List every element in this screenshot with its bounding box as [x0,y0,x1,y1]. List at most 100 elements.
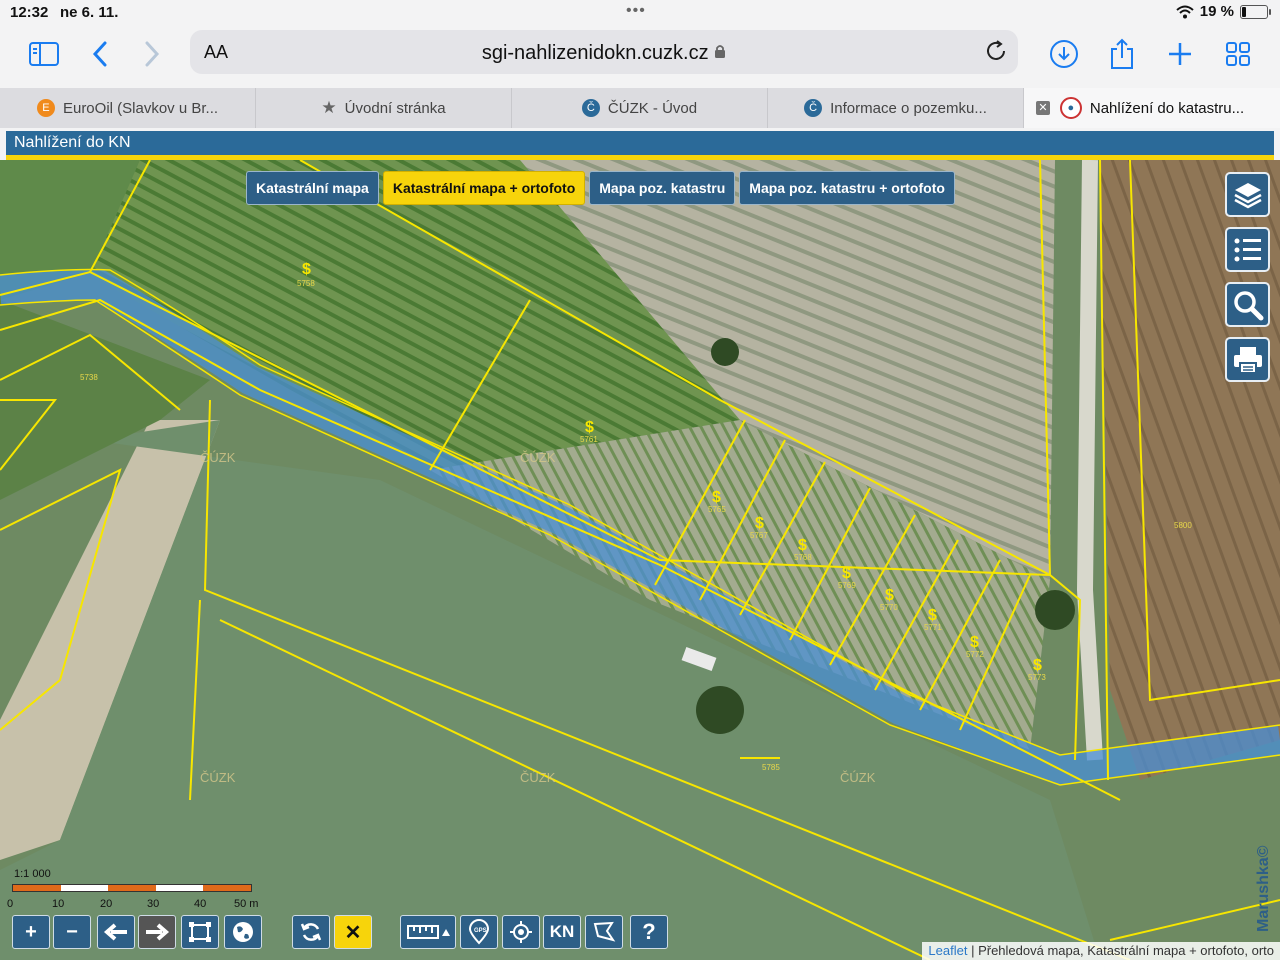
cuzk-watermark: ČÚZK [200,450,236,465]
zoom-out-button[interactable]: − [53,915,91,949]
orthophoto-map[interactable]: $ $ $ $ $ $ $ $ $ $ ČÚZK ČÚZK ČÚZK ČÚZK … [0,160,1280,960]
status-bar: 12:32 ne 6. 11. ••• 19 % [0,0,1280,26]
tab-parcel-info[interactable]: Č Informace o pozemku... [768,88,1024,128]
parcel-number: 5770 [880,603,898,612]
browser-toolbar: AA sgi-nahlizenidokn.cuzk.cz [0,26,1280,86]
tab-eurooil[interactable]: E EuroOil (Slavkov u Br... [0,88,256,128]
tab-nahlizeni[interactable]: ✕ ● Nahlížení do katastru... [1024,88,1280,128]
measure-button[interactable] [400,915,456,949]
parcel-number: 5765 [708,505,726,514]
refresh-icon [300,923,322,941]
tab-home[interactable]: ★ Úvodní stránka [256,88,512,128]
gps-pin-icon: GPS [468,919,490,945]
app-title: Nahlížení do KN [14,134,131,151]
address-bar[interactable]: AA sgi-nahlizenidokn.cuzk.cz [190,30,1018,74]
scale-tick: 10 [52,898,65,910]
multitasking-dots-icon[interactable]: ••• [626,2,646,20]
close-tab-icon[interactable]: ✕ [1036,101,1050,115]
layer-cadastral-map[interactable]: Katastrální mapa [246,171,379,205]
layers-button[interactable] [1225,172,1270,217]
cuzk-favicon-icon: Č [804,99,823,117]
vineyard-symbol: $ [1033,657,1042,674]
vineyard-symbol: $ [842,565,851,582]
kn-info-button[interactable]: KN [543,915,581,949]
tab-label: Nahlížení do katastru... [1089,99,1245,117]
parcel-number: 5785 [762,763,780,772]
tab-label: Informace o pozemku... [830,99,987,117]
help-button[interactable]: ? [630,915,668,949]
svg-text:GPS: GPS [474,928,487,934]
battery-icon [1240,4,1271,19]
layers-icon [1233,182,1262,208]
attribution-text: | Přehledová mapa, Katastrální mapa + or… [971,943,1274,958]
print-icon [1233,346,1262,374]
polygon-select-icon [593,921,616,942]
vineyard-symbol: $ [798,537,807,554]
scale-tick: 30 [147,898,160,910]
battery-percent: 19 % [1199,3,1234,20]
layer-switcher: Katastrální mapa Katastrální mapa + orto… [246,171,955,205]
tree [1035,590,1075,630]
legend-icon [1234,238,1261,261]
new-tab-icon[interactable] [1160,34,1200,74]
parcel-number: 5758 [297,279,315,288]
road [1076,160,1103,761]
cuzk-watermark: ČÚZK [520,450,556,465]
tab-overview-icon[interactable] [1218,34,1258,74]
zoom-box-icon [189,922,211,942]
minus-icon: − [66,920,78,943]
history-back-button[interactable] [97,915,135,949]
scale-tick: 0 [7,898,14,910]
cuzk-favicon-icon: Č [581,99,600,117]
leaflet-link[interactable]: Leaflet [928,943,967,958]
gps-button[interactable]: GPS [460,915,498,949]
scale-ratio: 1:1 000 [14,868,51,880]
layer-cadastral-ortho[interactable]: Katastrální mapa + ortofoto [382,171,586,205]
vineyard-symbol: $ [970,634,979,651]
select-area-button[interactable] [585,915,623,949]
ruler-icon [407,925,450,939]
cuzk-watermark: ČÚZK [520,770,556,785]
vineyard-symbol: $ [712,489,721,506]
legend-button[interactable] [1225,227,1270,272]
parcel-number: 5767 [750,531,768,540]
scale-tick: 50 m [234,898,259,910]
download-icon[interactable] [1044,34,1084,74]
history-forward-button[interactable] [138,915,176,949]
share-icon[interactable] [1102,34,1142,74]
crosshair-icon [510,921,532,943]
reload-icon[interactable] [984,39,1008,68]
parcel-number: 5761 [580,435,598,444]
print-button[interactable] [1225,337,1270,382]
kn-favicon-icon: ● [1059,97,1082,119]
layer-land-map-ortho[interactable]: Mapa poz. katastru + ortofoto [739,171,955,205]
cuzk-watermark: ČÚZK [200,770,236,785]
layer-land-map[interactable]: Mapa poz. katastru [589,171,736,205]
wifi-icon [1176,5,1194,18]
zoom-box-button[interactable] [181,915,219,949]
tree [711,338,739,366]
tab-cuzk[interactable]: Č ČÚZK - Úvod [512,88,768,128]
url-text: sgi-nahlizenidokn.cuzk.cz [190,42,1018,65]
forward-icon[interactable] [132,34,172,74]
marushka-label: Marushka© [1255,845,1272,932]
overview-map-button[interactable] [224,915,262,949]
arrow-right-icon [146,923,170,941]
locate-button[interactable] [502,915,540,949]
zoom-in-button[interactable]: + [12,915,50,949]
back-icon[interactable] [80,34,120,74]
arrow-left-icon [103,923,127,941]
parcel-number: 5800 [1174,521,1192,530]
parcel-number: 5772 [966,650,984,659]
tree [696,686,744,734]
refresh-button[interactable] [292,915,330,949]
clock: 12:32 [10,4,49,21]
clear-button[interactable]: ✕ [334,915,372,949]
plus-icon: + [25,920,37,943]
map-attribution: Leaflet | Přehledová mapa, Katastrální m… [922,942,1280,960]
eurooil-favicon-icon: E [36,99,55,117]
search-button[interactable] [1225,282,1270,327]
map-view[interactable]: $ $ $ $ $ $ $ $ $ $ ČÚZK ČÚZK ČÚZK ČÚZK … [0,160,1280,960]
sidebar-toggle-icon[interactable] [24,34,64,74]
vineyard-symbol: $ [928,607,937,624]
